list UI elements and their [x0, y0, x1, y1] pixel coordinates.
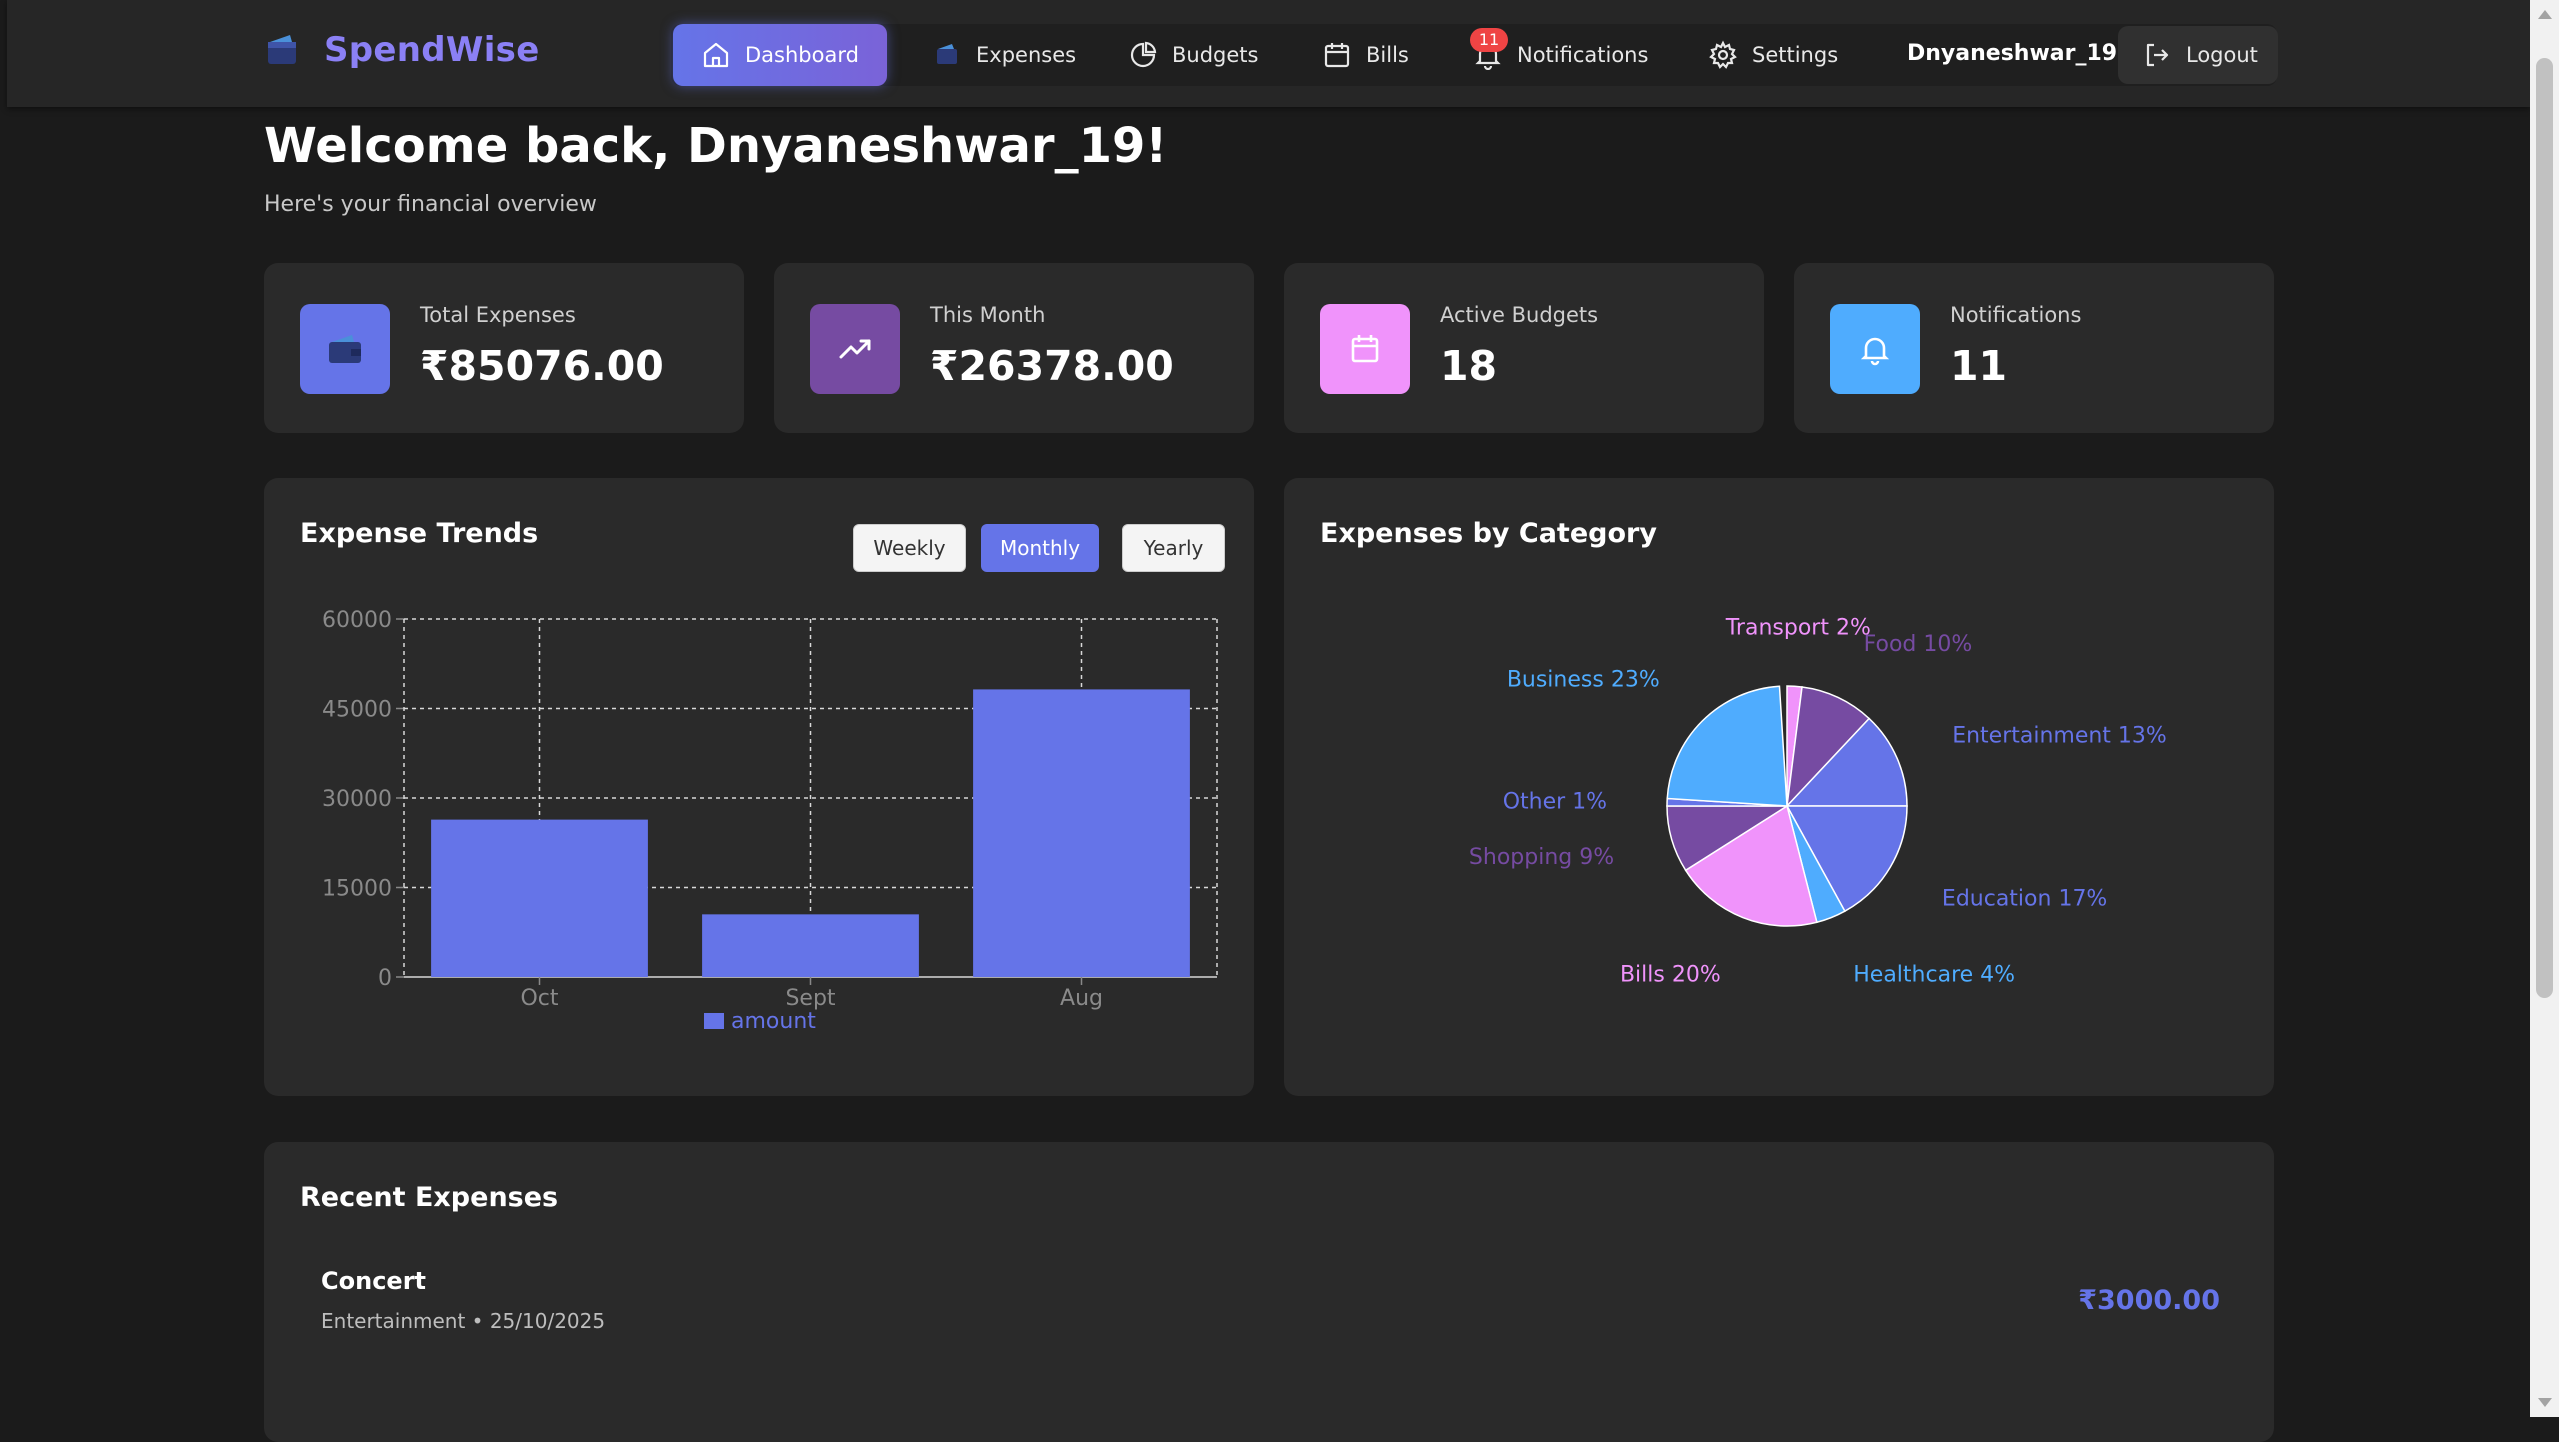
wallet-icon: [266, 32, 300, 68]
logout-button[interactable]: Logout: [2118, 26, 2278, 84]
recent-expenses-panel: Recent Expenses Concert Entertainment • …: [264, 1142, 2274, 1442]
logout-icon: [2142, 40, 2172, 70]
brand[interactable]: SpendWise: [266, 30, 540, 70]
y-tick-label: 0: [378, 966, 392, 991]
legend-swatch: [704, 1013, 724, 1029]
stat-card-notifications: Notifications 11: [1794, 263, 2274, 433]
stat-label: Total Expenses: [420, 303, 576, 327]
nav-notifications-label: Notifications: [1517, 43, 1649, 67]
stat-value: 18: [1440, 342, 1498, 390]
brand-name: SpendWise: [324, 30, 540, 70]
nav-budgets[interactable]: Budgets: [1100, 24, 1286, 86]
nav-budgets-label: Budgets: [1172, 43, 1259, 67]
pie-label-entertainment: Entertainment 13%: [1952, 724, 2167, 749]
stat-value: ₹85076.00: [420, 342, 664, 390]
page-subtitle: Here's your financial overview: [264, 192, 597, 217]
page-scrollbar[interactable]: [2530, 0, 2559, 1417]
bar-aug[interactable]: [973, 689, 1190, 977]
nav-dashboard[interactable]: Dashboard: [673, 24, 887, 86]
nav-expenses-label: Expenses: [976, 43, 1077, 67]
bar-oct[interactable]: [431, 819, 648, 977]
expenses-by-category-panel: Expenses by Category Transport 2% Food 10…: [1284, 478, 2274, 1096]
wallet-icon: [932, 40, 962, 70]
scroll-down-arrow-icon[interactable]: [2538, 1398, 2552, 1407]
bell-icon: [1830, 304, 1920, 394]
logout-label: Logout: [2186, 43, 2258, 67]
bar-sept[interactable]: [702, 914, 919, 977]
expense-amount: ₹3000.00: [2078, 1285, 2220, 1316]
y-tick-label: 60000: [322, 608, 392, 633]
pie-slice-business[interactable]: [1666, 685, 1788, 807]
category-pie-chart: Transport 2%Food 10% Entertainment 13% Edu…: [1469, 615, 2167, 987]
y-tick-label: 30000: [322, 787, 392, 812]
pie-chart-icon: [1128, 40, 1158, 70]
pie-label-other: Other 1%: [1503, 789, 1607, 814]
gear-icon: [1708, 40, 1738, 70]
notification-count-badge: 11: [1470, 28, 1508, 52]
pie-label-healthcare: Healthcare 4%: [1853, 962, 2015, 987]
scroll-thumb[interactable]: [2536, 58, 2553, 998]
x-tick-label: Sept: [785, 986, 835, 1011]
top-navbar: SpendWise Dashboard Expenses Budgets Bil…: [7, 0, 2530, 107]
scroll-up-arrow-icon[interactable]: [2538, 10, 2552, 19]
calendar-icon: [1322, 40, 1352, 70]
nav-bills-label: Bills: [1366, 43, 1409, 67]
nav-bills[interactable]: Bills: [1294, 24, 1437, 86]
app-viewport: SpendWise Dashboard Expenses Budgets Bil…: [7, 0, 2530, 1442]
pie-label-transport: Transport 2%: [1725, 615, 1871, 640]
x-tick-label: Oct: [520, 986, 558, 1011]
stat-card-this-month: This Month ₹26378.00: [774, 263, 1254, 433]
pie-label-education: Education 17%: [1942, 887, 2107, 912]
expense-trends-panel: Expense Trends Weekly Monthly Yearly 0 15…: [264, 478, 1254, 1096]
stat-value: ₹26378.00: [930, 342, 1174, 390]
expense-title: Concert: [321, 1267, 426, 1295]
nav-settings-label: Settings: [1752, 43, 1839, 67]
calendar-icon: [1320, 304, 1410, 394]
nav-expenses[interactable]: Expenses: [904, 24, 1104, 86]
nav-dashboard-label: Dashboard: [745, 43, 859, 67]
stat-card-total-expenses: Total Expenses ₹85076.00: [264, 263, 744, 433]
y-tick-label: 15000: [322, 877, 392, 902]
pie-label-shopping: Shopping 9%: [1469, 845, 1614, 870]
stat-label: Active Budgets: [1440, 303, 1599, 327]
stat-card-active-budgets: Active Budgets 18: [1284, 263, 1764, 433]
expense-meta: Entertainment • 25/10/2025: [321, 1309, 606, 1333]
pie-label-food: Food 10%: [1864, 632, 1973, 657]
page-title: Welcome back, Dnyaneshwar_19!: [264, 118, 1168, 174]
nav-settings[interactable]: Settings: [1680, 24, 1866, 86]
stat-value: 11: [1950, 342, 2008, 390]
wallet-icon: [300, 304, 390, 394]
stat-label: This Month: [930, 303, 1046, 327]
pie-label-business: Business 23%: [1507, 668, 1660, 693]
pie-label-bills: Bills 20%: [1620, 962, 1721, 987]
x-tick-label: Aug: [1060, 986, 1103, 1011]
recent-expenses-title: Recent Expenses: [300, 1182, 559, 1213]
home-icon: [701, 40, 731, 70]
trending-up-icon: [810, 304, 900, 394]
username: Dnyaneshwar_19: [1907, 41, 2118, 66]
stat-label: Notifications: [1950, 303, 2082, 327]
legend-label[interactable]: amount: [731, 1009, 816, 1034]
y-tick-label: 45000: [322, 698, 392, 723]
expense-trends-chart: 0 15000 30000 45000 60000 Oct Sept Aug amount: [322, 608, 1218, 1034]
